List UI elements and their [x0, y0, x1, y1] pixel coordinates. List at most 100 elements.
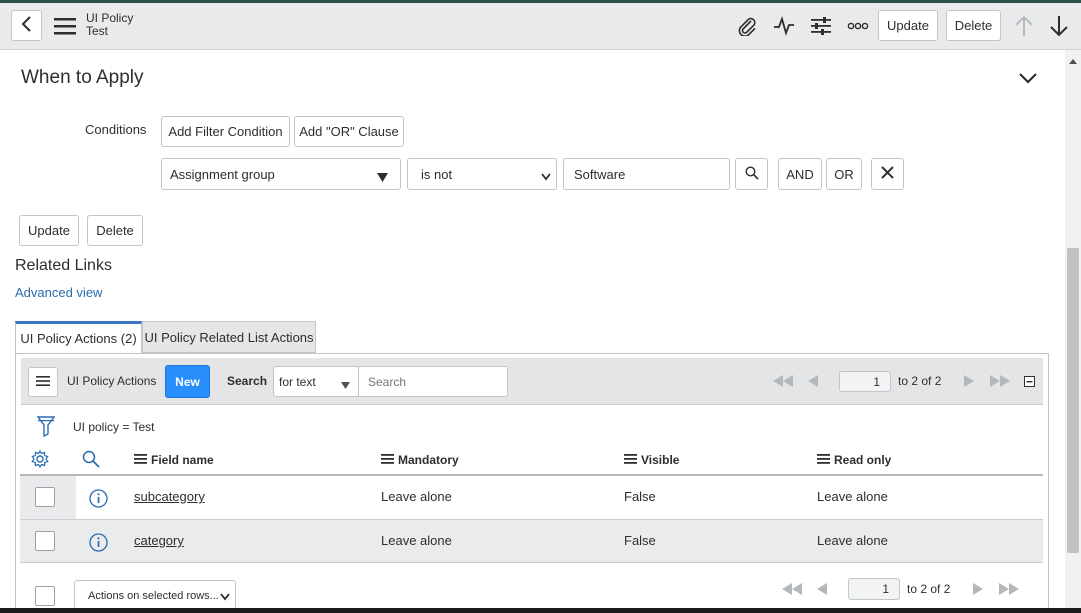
hamburger-icon — [36, 375, 50, 390]
column-header-visible[interactable]: Visible — [624, 451, 679, 469]
or-button[interactable]: OR — [826, 158, 862, 190]
more-options-icon[interactable] — [846, 15, 870, 37]
actions-on-selected-select[interactable]: Actions on selected rows... — [74, 580, 236, 611]
close-icon — [881, 166, 894, 182]
info-icon[interactable] — [88, 532, 108, 552]
list-menu-button[interactable] — [28, 367, 58, 397]
form-header: UI Policy Test Update Delete — [0, 3, 1081, 50]
column-menu-icon — [134, 451, 147, 469]
actions-select-value: Actions on selected rows... — [88, 589, 219, 602]
chevron-down-icon — [541, 169, 551, 184]
page-title: UI Policy — [86, 11, 134, 25]
filter-breadcrumb[interactable]: UI policy = Test — [73, 420, 154, 434]
update-button[interactable]: Update — [19, 215, 79, 246]
search-field-select[interactable]: for text — [273, 366, 359, 397]
search-field-value: for text — [279, 374, 316, 389]
column-header-field-name[interactable]: Field name — [134, 451, 214, 469]
field-name-link[interactable]: category — [134, 533, 184, 548]
add-filter-condition-button[interactable]: Add Filter Condition — [161, 116, 290, 147]
row-checkbox[interactable] — [35, 487, 55, 507]
search-icon — [744, 165, 759, 183]
scroll-up-arrow-icon[interactable] — [1067, 56, 1079, 66]
page-number-input[interactable]: 1 — [839, 371, 891, 392]
row-divider — [20, 562, 1043, 563]
lookup-button[interactable] — [735, 158, 768, 190]
advanced-view-link[interactable]: Advanced view — [15, 285, 102, 300]
mandatory-cell: Leave alone — [381, 533, 452, 548]
arrow-up-icon[interactable] — [1012, 14, 1036, 38]
column-label: Visible — [641, 453, 680, 467]
section-title: When to Apply — [21, 67, 144, 88]
settings-sliders-icon[interactable] — [809, 15, 833, 37]
row-checkbox[interactable] — [35, 531, 55, 551]
column-menu-icon — [381, 451, 394, 469]
column-label: Mandatory — [398, 453, 459, 467]
read-only-cell: Leave alone — [817, 489, 888, 504]
condition-field-select[interactable]: Assignment group — [161, 158, 401, 190]
scrollbar-thumb[interactable] — [1067, 248, 1079, 553]
tab-ui-policy-actions[interactable]: UI Policy Actions (2) — [15, 321, 142, 354]
condition-operator-select[interactable]: is not — [407, 158, 557, 190]
bottom-edge-strip — [0, 608, 1081, 613]
page-range-text: to 2 of 2 — [898, 374, 942, 388]
bottom-page-number-value: 1 — [882, 582, 889, 596]
first-page-icon[interactable] — [779, 580, 805, 598]
header-delete-button[interactable]: Delete — [946, 10, 1001, 41]
column-header-mandatory[interactable]: Mandatory — [381, 451, 459, 469]
visible-cell: False — [624, 533, 656, 548]
remove-condition-button[interactable] — [871, 158, 904, 190]
page-number-value: 1 — [873, 374, 880, 389]
condition-value-text: Software — [574, 166, 626, 182]
table-row: subcategory Leave alone False Leave alon… — [20, 476, 1043, 519]
last-page-icon[interactable] — [996, 580, 1022, 598]
mandatory-cell: Leave alone — [381, 489, 452, 504]
table-row: category Leave alone False Leave alone — [20, 520, 1043, 562]
field-name-link[interactable]: subcategory — [134, 489, 205, 504]
visible-cell: False — [624, 489, 656, 504]
bottom-page-number-input[interactable]: 1 — [848, 578, 900, 600]
back-button[interactable] — [11, 10, 42, 41]
condition-value-input[interactable]: Software — [563, 158, 730, 190]
column-label: Read only — [834, 453, 892, 467]
delete-button[interactable]: Delete — [87, 215, 143, 246]
tab-label: UI Policy Actions (2) — [20, 331, 137, 346]
tab-label: UI Policy Related List Actions — [144, 329, 314, 345]
previous-page-icon[interactable] — [815, 580, 829, 598]
column-menu-icon — [624, 451, 637, 469]
arrow-down-icon[interactable] — [1047, 14, 1071, 38]
tab-ui-policy-related-list-actions[interactable]: UI Policy Related List Actions — [142, 321, 316, 353]
first-page-icon[interactable] — [770, 372, 796, 390]
collapse-chevron-icon[interactable] — [1016, 68, 1040, 88]
and-button[interactable]: AND — [778, 158, 822, 190]
next-page-icon[interactable] — [962, 372, 976, 390]
gear-icon[interactable] — [30, 449, 50, 469]
column-label: Field name — [151, 453, 214, 467]
list-title: UI Policy Actions — [67, 374, 157, 388]
filter-icon[interactable] — [36, 414, 56, 438]
condition-field-value: Assignment group — [170, 166, 275, 182]
column-search-icon[interactable] — [81, 449, 101, 469]
collapse-list-icon[interactable] — [1023, 375, 1035, 387]
hamburger-menu-icon[interactable] — [53, 15, 77, 37]
select-all-checkbox[interactable] — [35, 586, 55, 606]
triangle-down-icon — [377, 170, 388, 185]
conditions-label: Conditions — [85, 122, 147, 137]
column-menu-icon — [817, 451, 830, 469]
chevron-down-icon — [220, 592, 230, 604]
last-page-icon[interactable] — [987, 372, 1013, 390]
chevron-left-icon — [21, 16, 33, 35]
new-button[interactable]: New — [165, 365, 210, 398]
related-links-title: Related Links — [15, 257, 112, 274]
previous-page-icon[interactable] — [806, 372, 820, 390]
paperclip-icon[interactable] — [736, 15, 758, 37]
info-icon[interactable] — [88, 488, 108, 508]
search-input[interactable] — [358, 366, 508, 397]
header-update-button[interactable]: Update — [878, 10, 938, 41]
next-page-icon[interactable] — [971, 580, 985, 598]
triangle-down-icon — [341, 378, 350, 392]
activity-icon[interactable] — [772, 15, 796, 37]
column-header-read-only[interactable]: Read only — [817, 451, 891, 469]
add-or-clause-button[interactable]: Add "OR" Clause — [294, 116, 404, 147]
read-only-cell: Leave alone — [817, 533, 888, 548]
bottom-page-range-text: to 2 of 2 — [907, 582, 951, 596]
